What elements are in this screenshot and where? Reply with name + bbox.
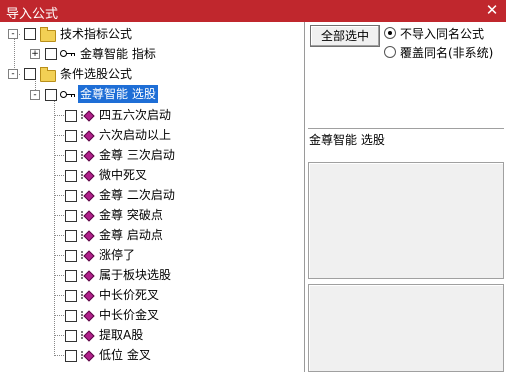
formula-icon <box>81 209 95 222</box>
key-icon <box>60 48 76 58</box>
folder-icon <box>40 27 56 42</box>
radio-skip-duplicates-label: 不导入同名公式 <box>400 27 485 41</box>
leaf-label: 金尊 突破点 <box>99 208 163 222</box>
leaf-label: 中长价金叉 <box>99 308 160 322</box>
formula-icon <box>81 349 95 362</box>
checkbox[interactable] <box>65 330 77 342</box>
leaf-item[interactable]: 属于板块选股 <box>2 266 302 284</box>
checkbox[interactable] <box>65 210 77 222</box>
divider <box>308 128 504 130</box>
leaf-item[interactable]: 金尊 二次启动 <box>2 186 302 204</box>
leaf-label: 提取A股 <box>99 328 144 342</box>
key-icon <box>60 89 76 99</box>
tree-line <box>54 275 64 276</box>
select-all-button[interactable]: 全部选中 <box>310 25 380 47</box>
title-bar: 导入公式 ✕ <box>0 0 506 22</box>
selected-formula-name: 金尊智能 选股 <box>309 133 385 147</box>
leaf-label: 属于板块选股 <box>99 268 172 282</box>
checkbox[interactable] <box>65 250 77 262</box>
radio-skip-duplicates[interactable] <box>384 27 396 39</box>
checkbox[interactable] <box>65 350 77 362</box>
leaf-item[interactable]: 中长价死叉 <box>2 286 302 304</box>
tree-node-screening-item[interactable]: - 金尊智能 选股 <box>2 85 302 103</box>
checkbox[interactable] <box>65 110 77 122</box>
checkbox[interactable] <box>24 28 36 40</box>
leaf-label: 中长价死叉 <box>99 288 160 302</box>
leaf-item[interactable]: 金尊 启动点 <box>2 226 302 244</box>
parameter-panel <box>308 284 504 372</box>
formula-icon <box>81 249 95 262</box>
checkbox[interactable] <box>65 270 77 282</box>
formula-tree[interactable]: - 技术指标公式 + 金尊智能 指标 - 条件选股公式 - 金尊智能 选股 四五… <box>2 22 305 372</box>
leaf-item[interactable]: 提取A股 <box>2 326 302 344</box>
formula-icon <box>81 129 95 142</box>
formula-icon <box>81 269 95 282</box>
tree-node-screening-group[interactable]: - 条件选股公式 <box>2 65 302 83</box>
leaf-label: 金尊 启动点 <box>99 228 163 242</box>
leaf-item[interactable]: 中长价金叉 <box>2 306 302 324</box>
checkbox[interactable] <box>24 68 36 80</box>
leaf-label: 金尊 二次启动 <box>99 188 175 202</box>
tree-node-indicator-group[interactable]: - 技术指标公式 <box>2 25 302 43</box>
leaf-item[interactable]: 低位 金叉 <box>2 346 302 364</box>
tree-node-label: 技术指标公式 <box>60 27 133 41</box>
leaf-item[interactable]: 六次启动以上 <box>2 126 302 144</box>
leaf-item[interactable]: 四五六次启动 <box>2 106 302 124</box>
tree-node-label: 金尊智能 指标 <box>80 47 156 61</box>
formula-icon <box>81 189 95 202</box>
tree-node-label: 条件选股公式 <box>60 67 133 81</box>
checkbox[interactable] <box>45 89 57 101</box>
expand-toggle[interactable]: + <box>30 49 40 59</box>
tree-line <box>54 135 64 136</box>
tree-line <box>54 255 64 256</box>
formula-icon <box>81 149 95 162</box>
tree-line <box>54 215 64 216</box>
tree-node-indicator-item[interactable]: + 金尊智能 指标 <box>2 44 302 62</box>
tree-line <box>54 235 64 236</box>
tree-node-label-selected: 金尊智能 选股 <box>78 85 158 103</box>
checkbox[interactable] <box>65 150 77 162</box>
options-panel: 全部选中 不导入同名公式 覆盖同名(非系统) 金尊智能 选股 <box>306 22 506 372</box>
radio-overwrite-duplicates[interactable] <box>384 46 396 58</box>
leaf-item[interactable]: 涨停了 <box>2 246 302 264</box>
radio-overwrite-duplicates-label: 覆盖同名(非系统) <box>400 46 494 60</box>
collapse-toggle[interactable]: - <box>8 29 18 39</box>
tree-line <box>54 315 64 316</box>
checkbox[interactable] <box>45 48 57 60</box>
formula-icon <box>81 329 95 342</box>
leaf-label: 六次启动以上 <box>99 128 172 142</box>
leaf-label: 涨停了 <box>99 248 136 262</box>
tree-line <box>54 295 64 296</box>
leaf-label: 金尊 三次启动 <box>99 148 175 162</box>
checkbox[interactable] <box>65 310 77 322</box>
checkbox[interactable] <box>65 130 77 142</box>
collapse-toggle[interactable]: - <box>30 90 40 100</box>
checkbox[interactable] <box>65 230 77 242</box>
leaf-label: 四五六次启动 <box>99 108 172 122</box>
leaf-item[interactable]: 微中死叉 <box>2 166 302 184</box>
leaf-label: 低位 金叉 <box>99 348 151 362</box>
checkbox[interactable] <box>65 290 77 302</box>
leaf-label: 微中死叉 <box>99 168 148 182</box>
formula-icon <box>81 109 95 122</box>
tree-line <box>54 115 64 116</box>
formula-icon <box>81 309 95 322</box>
window-title: 导入公式 <box>6 7 59 22</box>
description-panel <box>308 162 504 279</box>
tree-line <box>54 175 64 176</box>
checkbox[interactable] <box>65 190 77 202</box>
tree-line <box>54 335 64 336</box>
leaf-item[interactable]: 金尊 三次启动 <box>2 146 302 164</box>
folder-icon <box>40 67 56 82</box>
tree-line <box>54 155 64 156</box>
formula-icon <box>81 229 95 242</box>
checkbox[interactable] <box>65 170 77 182</box>
formula-icon <box>81 169 95 182</box>
formula-icon <box>81 289 95 302</box>
tree-line <box>54 355 64 356</box>
tree-line <box>54 195 64 196</box>
close-icon[interactable]: ✕ <box>484 1 500 19</box>
leaf-item[interactable]: 金尊 突破点 <box>2 206 302 224</box>
collapse-toggle[interactable]: - <box>8 69 18 79</box>
